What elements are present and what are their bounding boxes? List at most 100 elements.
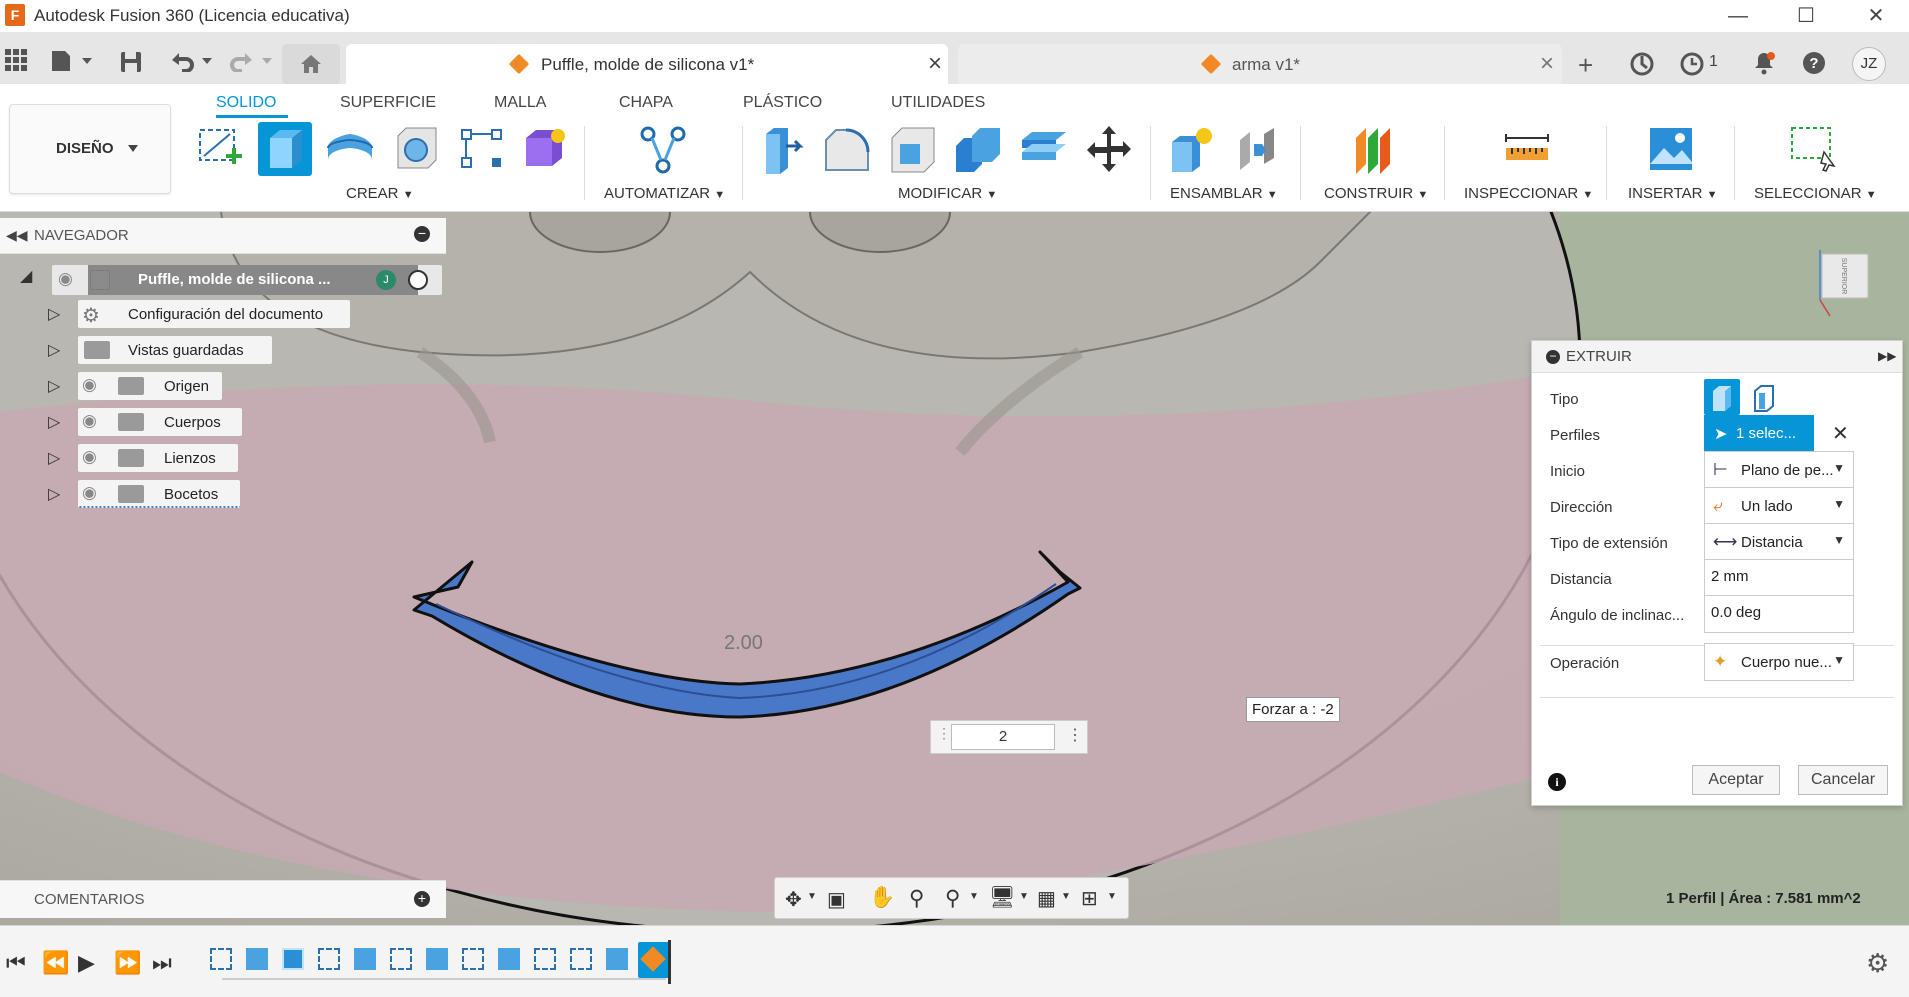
navigator-root[interactable]: ◉ Puffle, molde de silicona ... J: [52, 265, 442, 295]
timeline-settings-gear-icon[interactable]: ⚙: [1866, 948, 1889, 979]
undo-icon[interactable]: [168, 50, 214, 76]
group-crear[interactable]: CREAR ▼: [346, 185, 414, 202]
timeline-sketch-feature[interactable]: [462, 948, 484, 970]
step-forward-icon[interactable]: ⏩: [114, 950, 141, 976]
offset-face-icon[interactable]: [1018, 124, 1066, 172]
group-seleccionar[interactable]: SELECCIONAR ▼: [1754, 185, 1877, 202]
go-to-start-icon[interactable]: ⏮: [6, 950, 26, 976]
tab-arma-document[interactable]: arma v1* ×: [958, 44, 1562, 84]
tree-expand-icon[interactable]: ▷: [48, 304, 60, 324]
cancel-button[interactable]: Cancelar: [1798, 765, 1888, 795]
visibility-eye-icon[interactable]: ◉: [82, 447, 97, 467]
maximize-icon[interactable]: ☐: [1776, 0, 1836, 32]
move-copy-icon[interactable]: [1084, 124, 1132, 172]
dropdown-caret-icon[interactable]: ▼: [807, 891, 817, 902]
group-ensamblar[interactable]: ENSAMBLAR ▼: [1170, 185, 1278, 202]
zoom-window-icon[interactable]: ⚲: [945, 886, 960, 911]
timeline-sketch-feature[interactable]: [210, 948, 232, 970]
timeline-extrude-feature[interactable]: [426, 948, 448, 970]
shell-icon[interactable]: [888, 124, 936, 173]
start-select[interactable]: ⊢ Plano de pe... ▼: [1704, 451, 1854, 489]
measure-icon[interactable]: [1502, 124, 1550, 172]
activate-radio-icon[interactable]: [408, 270, 428, 290]
group-inspeccionar[interactable]: INSPECCIONAR ▼: [1464, 185, 1593, 202]
user-avatar[interactable]: JZ: [1852, 47, 1886, 81]
comments-panel[interactable]: COMENTARIOS +: [0, 880, 446, 918]
direction-select[interactable]: ⤶ Un lado ▼: [1704, 487, 1854, 525]
group-automatizar[interactable]: AUTOMATIZAR ▼: [604, 185, 725, 202]
tab-close-icon[interactable]: ×: [928, 50, 942, 78]
step-back-icon[interactable]: ⏪: [42, 950, 69, 976]
visibility-eye-icon[interactable]: ◉: [82, 375, 97, 395]
zoom-icon[interactable]: ⚲: [909, 886, 924, 911]
operation-select[interactable]: ✦ Cuerpo nue... ▼: [1704, 643, 1854, 681]
dropdown-caret-icon[interactable]: ▼: [1019, 891, 1029, 902]
clear-selection-icon[interactable]: ✕: [1832, 421, 1849, 446]
close-icon[interactable]: ✕: [1846, 0, 1906, 32]
notifications-icon[interactable]: [1752, 51, 1776, 79]
navigator-item-lienzos[interactable]: ◉ Lienzos: [78, 444, 238, 472]
press-pull-icon[interactable]: [760, 124, 808, 174]
minimize-icon[interactable]: —: [1708, 0, 1768, 32]
collapse-navigator-icon[interactable]: −: [414, 226, 430, 242]
tab-solido[interactable]: SOLIDO: [216, 94, 276, 112]
grid-icon[interactable]: ▦: [1037, 886, 1056, 911]
profiles-selection-button[interactable]: ➤ 1 selec...: [1704, 415, 1814, 453]
automate-icon[interactable]: [638, 124, 686, 174]
create-sketch-icon[interactable]: [196, 124, 244, 172]
navigator-item-origen[interactable]: ◉ Origen: [78, 372, 222, 400]
info-icon[interactable]: i: [1548, 773, 1566, 791]
joint-origin-icon[interactable]: J: [376, 270, 396, 290]
navigator-item-cuerpos[interactable]: ◉ Cuerpos: [78, 408, 242, 436]
tree-collapse-icon[interactable]: ◢: [20, 266, 32, 286]
taper-angle-input[interactable]: 0.0 deg: [1704, 595, 1854, 633]
navigator-item-bocetos[interactable]: ◉ Bocetos: [78, 480, 240, 508]
distance-input[interactable]: 2 mm: [1704, 559, 1854, 597]
timeline-extrude-feature[interactable]: [354, 948, 376, 970]
form-icon[interactable]: [520, 124, 568, 172]
joint-icon[interactable]: [1234, 124, 1282, 172]
extent-type-select[interactable]: ⟷ Distancia ▼: [1704, 523, 1854, 561]
select-icon[interactable]: [1790, 124, 1838, 172]
more-options-icon[interactable]: ⋮: [1067, 725, 1083, 745]
tab-plastico[interactable]: PLÁSTICO: [743, 94, 822, 112]
combine-icon[interactable]: [952, 124, 1000, 172]
dropdown-caret-icon[interactable]: ▼: [1107, 891, 1117, 902]
ok-button[interactable]: Aceptar: [1692, 765, 1780, 795]
tree-expand-icon[interactable]: ▷: [48, 340, 60, 360]
pan-hand-icon[interactable]: ✋: [869, 886, 895, 910]
tree-expand-icon[interactable]: ▷: [48, 376, 60, 396]
navigator-header[interactable]: ◀◀ NAVEGADOR −: [0, 218, 446, 254]
new-component-icon[interactable]: [1168, 124, 1216, 172]
workspace-switcher[interactable]: DISEÑO: [9, 104, 171, 194]
go-to-end-icon[interactable]: ⏭: [152, 950, 172, 976]
tab-close-icon[interactable]: ×: [1540, 50, 1554, 78]
add-comment-icon[interactable]: +: [414, 891, 430, 907]
drag-handle-icon[interactable]: ⋮: [937, 725, 951, 742]
extrude-icon[interactable]: [258, 122, 312, 176]
tree-expand-icon[interactable]: ▷: [48, 412, 60, 432]
timeline-marker[interactable]: [668, 940, 671, 984]
tree-expand-icon[interactable]: ▷: [48, 484, 60, 504]
navigator-item-vistas[interactable]: Vistas guardadas: [78, 336, 272, 364]
orbit-icon[interactable]: ✥: [785, 887, 802, 912]
visibility-eye-icon[interactable]: ◉: [58, 269, 73, 289]
distance-value-input[interactable]: 2: [951, 724, 1055, 750]
offset-plane-icon[interactable]: [1350, 124, 1398, 174]
fillet-icon[interactable]: [822, 124, 870, 172]
tab-utilidades[interactable]: UTILIDADES: [891, 94, 985, 112]
group-construir[interactable]: CONSTRUIR ▼: [1324, 185, 1428, 202]
viewports-icon[interactable]: ⊞: [1081, 886, 1098, 911]
collapse-dialog-icon[interactable]: −: [1546, 350, 1560, 364]
timeline-extrude-feature[interactable]: [246, 948, 268, 970]
visibility-eye-icon[interactable]: ◉: [82, 411, 97, 431]
timeline-sketch-feature[interactable]: [318, 948, 340, 970]
timeline-extrude-feature[interactable]: [606, 948, 628, 970]
timeline-canvas-feature[interactable]: [282, 948, 304, 970]
display-settings-icon[interactable]: 🖥: [989, 886, 1016, 910]
visibility-eye-icon[interactable]: ◉: [82, 483, 97, 503]
type-solid-button[interactable]: [1704, 379, 1740, 415]
timeline-sketch-feature[interactable]: [390, 948, 412, 970]
redo-icon[interactable]: [228, 50, 274, 76]
viewcube[interactable]: SUPERIOR: [1808, 242, 1878, 326]
